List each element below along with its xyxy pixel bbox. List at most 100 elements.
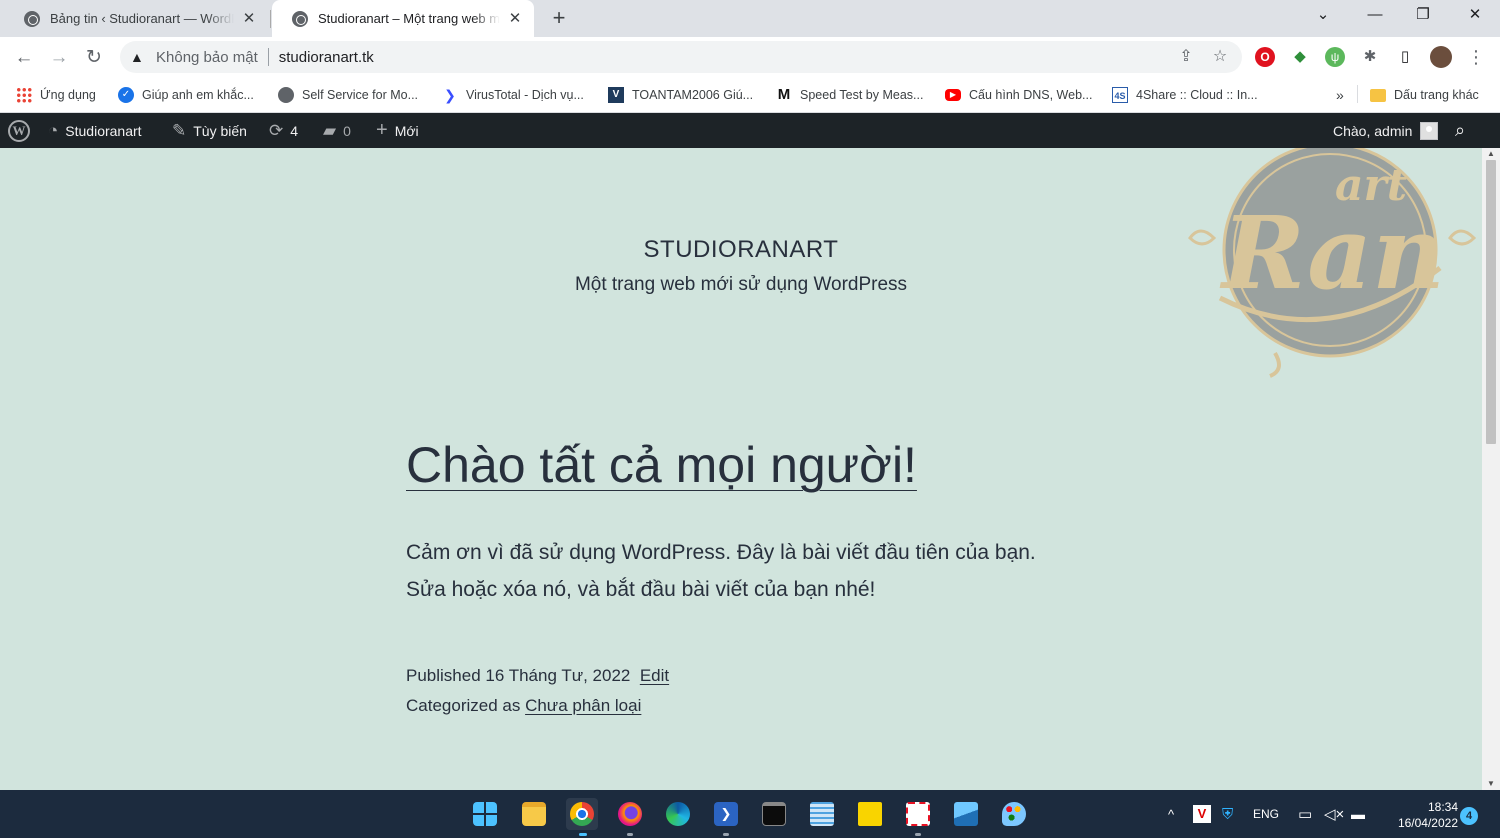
page-scrollbar[interactable]: ▲ ▼	[1482, 148, 1500, 790]
folder-icon	[522, 802, 546, 826]
tab-close-icon[interactable]: ✕	[506, 10, 524, 28]
updates-link[interactable]: ⟳ 4	[269, 113, 298, 148]
comment-bubble-icon: ▰	[323, 120, 337, 140]
post-body-line: Cảm ơn vì đã sử dụng WordPress. Đây là b…	[406, 541, 1036, 564]
tab-title: Bảng tin ‹ Studioranart — WordPress	[50, 11, 234, 26]
tab-close-icon[interactable]: ✕	[240, 10, 258, 28]
chrome-app[interactable]	[566, 798, 598, 830]
tab-studioranart[interactable]: Studioranart – Một trang web mới sử dụng…	[272, 0, 534, 37]
wordpress-logo-icon: W	[8, 119, 30, 142]
scrollbar-thumb[interactable]	[1486, 160, 1496, 444]
warning-icon[interactable]: ▲	[130, 49, 148, 65]
m-icon: M	[777, 86, 791, 103]
new-tab-button[interactable]: +	[548, 7, 570, 29]
photos-app[interactable]	[950, 798, 982, 830]
bookmark-apps[interactable]: Ứng dụng	[16, 85, 96, 105]
bookmarks-overflow-button[interactable]: »	[1336, 85, 1344, 105]
notification-badge[interactable]: 4	[1460, 807, 1478, 825]
tab-dashboard[interactable]: Bảng tin ‹ Studioranart — WordPress ✕	[4, 0, 268, 37]
bookmark-label: Ứng dụng	[40, 88, 96, 102]
reload-button[interactable]: ↻	[80, 44, 108, 72]
edge-app[interactable]	[662, 798, 694, 830]
post-body: Cảm ơn vì đã sử dụng WordPress. Đây là b…	[406, 534, 1106, 608]
snipping-tool-app[interactable]	[902, 798, 934, 830]
published-date: Published 16 Tháng Tư, 2022	[406, 666, 631, 685]
bookmark-item[interactable]: Self Service for Mo...	[278, 85, 418, 105]
category-link[interactable]: Chưa phân loại	[525, 696, 641, 715]
search-icon[interactable]: ⌕	[1455, 113, 1465, 148]
running-app-indicator	[915, 833, 921, 836]
post-title[interactable]: Chào tất cả mọi người!	[406, 436, 917, 494]
post-body-line: Sửa hoặc xóa nó, và bắt đầu bài viết của…	[406, 578, 876, 601]
bookmark-label: Speed Test by Meas...	[800, 88, 924, 102]
wp-logo-menu[interactable]: W	[8, 113, 30, 148]
bookmark-item[interactable]: V TOANTAM2006 Giú...	[608, 85, 753, 105]
post-meta-category: Categorized as Chưa phân loại	[406, 696, 641, 716]
customize-link[interactable]: ✎ Tùy biến	[172, 113, 247, 148]
taskbar-clock[interactable]: 18:34 16/04/2022	[1378, 799, 1458, 831]
edit-link[interactable]: Edit	[640, 666, 669, 685]
restore-button[interactable]: ❐	[1400, 0, 1446, 32]
share-icon[interactable]: ⇪	[1176, 47, 1196, 67]
bookmark-item[interactable]: ✓ Giúp anh em khắc...	[118, 85, 254, 105]
volume-muted-icon[interactable]: ◁×	[1324, 790, 1344, 838]
page-content: art Ran STUDIORANART Một trang web mới s…	[0, 148, 1482, 790]
bookmark-item[interactable]: 4S 4Share :: Cloud :: In...	[1112, 85, 1258, 105]
other-bookmarks-folder[interactable]: Dấu trang khác	[1370, 85, 1479, 105]
bookmark-label: 4Share :: Cloud :: In...	[1136, 88, 1258, 102]
chrome-icon	[570, 802, 594, 826]
browser-tab-strip: Bảng tin ‹ Studioranart — WordPress ✕ St…	[0, 0, 1500, 37]
powershell-app[interactable]: ❯	[710, 798, 742, 830]
menu-icon[interactable]: ⋮	[1466, 47, 1486, 67]
paint-app[interactable]	[998, 798, 1030, 830]
profile-avatar[interactable]	[1430, 46, 1452, 68]
url-text[interactable]: studioranart.tk	[279, 49, 374, 66]
bookmark-item[interactable]: ❯ VirusTotal - Dịch vụ...	[442, 85, 584, 105]
comments-link[interactable]: ▰ 0	[323, 113, 351, 148]
vt-icon: V	[608, 87, 624, 103]
start-button[interactable]	[469, 798, 501, 830]
opera-extension-icon[interactable]: O	[1255, 47, 1275, 67]
side-panel-icon[interactable]: ▯	[1395, 47, 1415, 67]
site-title[interactable]: STUDIORANART	[0, 236, 1482, 264]
security-label[interactable]: Không bảo mật	[156, 49, 258, 66]
forward-button[interactable]: →	[45, 44, 73, 72]
network-icon[interactable]: ▭	[1298, 790, 1312, 838]
globe-icon	[278, 87, 294, 103]
bookmark-label: VirusTotal - Dịch vụ...	[466, 88, 584, 102]
defender-shield-icon[interactable]: ⛨	[1222, 790, 1233, 838]
bookmark-item[interactable]: M Speed Test by Meas...	[776, 85, 924, 105]
my-account-menu[interactable]: Chào, admin	[1333, 113, 1439, 148]
tab-title: Studioranart – Một trang web mới sử dụng…	[318, 11, 500, 26]
extension-icon[interactable]: ◆	[1290, 47, 1310, 67]
puzzle-icon[interactable]: ✱	[1360, 47, 1380, 67]
firefox-app[interactable]	[614, 798, 646, 830]
address-bar[interactable]: ▲ Không bảo mật studioranart.tk ⇪ ☆	[120, 41, 1242, 73]
scroll-up-arrow[interactable]: ▲	[1482, 148, 1500, 160]
photos-icon	[954, 802, 978, 826]
bookmarks-bar: Ứng dụng ✓ Giúp anh em khắc... Self Serv…	[0, 77, 1500, 113]
battery-icon[interactable]: ▬	[1351, 790, 1365, 838]
globe-icon	[24, 10, 40, 27]
snipping-tool-icon	[906, 802, 930, 826]
window-close-button[interactable]: ✕	[1452, 0, 1498, 32]
tray-overflow-chevron[interactable]: ^	[1168, 790, 1174, 838]
scroll-down-arrow[interactable]: ▼	[1482, 778, 1500, 790]
site-name-label: Studioranart	[65, 122, 142, 139]
bookmark-item[interactable]: ▶ Cấu hình DNS, Web...	[945, 85, 1092, 105]
file-explorer-app[interactable]	[518, 798, 550, 830]
new-content-menu[interactable]: + Mới	[376, 113, 419, 148]
back-button[interactable]: ←	[10, 44, 38, 72]
notepad-app[interactable]	[806, 798, 838, 830]
extension-icon[interactable]: ψ	[1325, 47, 1345, 67]
site-name-menu[interactable]: ◔ Studioranart	[48, 113, 142, 148]
bookmark-label: TOANTAM2006 Giú...	[632, 88, 754, 102]
language-indicator[interactable]: ENG	[1253, 790, 1279, 838]
sticky-notes-app[interactable]	[854, 798, 886, 830]
bookmark-star-icon[interactable]: ☆	[1210, 47, 1230, 67]
tab-search-button[interactable]: ⌄	[1300, 0, 1346, 32]
terminal-app[interactable]	[758, 798, 790, 830]
tray-app-icon[interactable]: V	[1193, 790, 1211, 838]
plus-icon: +	[376, 119, 388, 141]
minimize-button[interactable]: —	[1352, 0, 1398, 32]
